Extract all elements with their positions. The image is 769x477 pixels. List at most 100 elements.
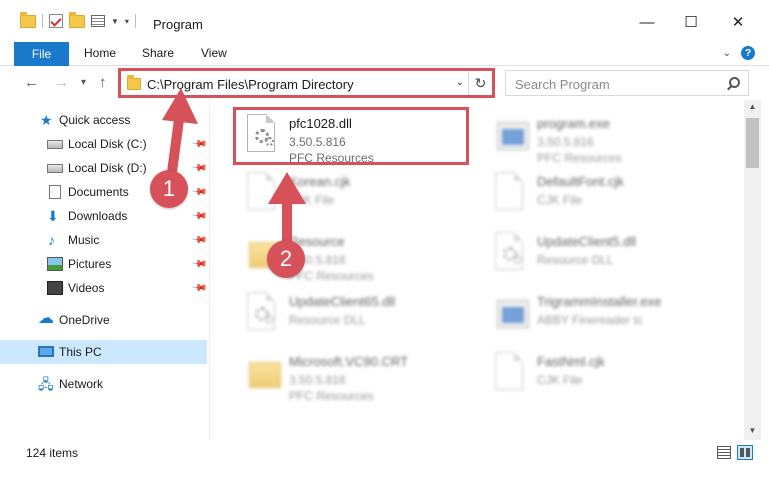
recent-locations-button[interactable]: ▾	[81, 77, 86, 88]
file-name: TrigrammInstaller.exe	[537, 294, 662, 309]
navigation-pane: ★ Quick access Local Disk (C:) 📌 Local D…	[0, 100, 210, 440]
pin-icon[interactable]: 📌	[191, 256, 208, 273]
sidebar-item-quick-access[interactable]: ★ Quick access	[0, 108, 207, 132]
file-name: UpdateClient65.dll	[289, 294, 396, 309]
file-type: CJK File	[537, 193, 583, 207]
file-icon	[245, 172, 277, 212]
sidebar-item-label: Pictures	[68, 257, 112, 271]
pin-icon[interactable]: 📌	[191, 208, 208, 225]
sidebar-item-label: Downloads	[68, 209, 128, 223]
title-bar: ▼ ▾ Program — ☐ ✕	[0, 0, 769, 40]
exe-icon	[493, 292, 529, 332]
customize-toolbar-icon[interactable]: ▾	[125, 17, 129, 26]
properties-check-icon[interactable]	[49, 14, 63, 28]
tiles-view-icon[interactable]	[737, 445, 753, 460]
file-type: CJK File	[289, 193, 335, 207]
sidebar-item-label: Quick access	[59, 113, 131, 127]
chevron-down-icon[interactable]: ▼	[111, 17, 119, 26]
status-bar: 124 items	[0, 440, 769, 465]
pin-icon[interactable]: 📌	[191, 280, 208, 297]
scrollbar-thumb[interactable]	[746, 118, 759, 168]
file-highlight-box	[233, 107, 469, 165]
forward-button[interactable]: →	[54, 74, 69, 91]
file-name: Microsoft.VC90.CRT	[289, 354, 408, 369]
pictures-icon	[47, 257, 63, 271]
vertical-scrollbar[interactable]: ▲ ▼	[744, 100, 761, 440]
window-bottom-edge	[0, 465, 769, 477]
window-title: Program	[153, 17, 203, 32]
expand-ribbon-icon[interactable]: ⌄	[723, 48, 731, 59]
file-item[interactable]: FastNml.cjk CJK File	[485, 346, 725, 402]
step-badge-1: 1	[150, 170, 188, 208]
dll-icon	[245, 292, 277, 332]
pin-icon[interactable]: 📌	[191, 184, 208, 201]
file-name: DefaultFont.cjk	[537, 174, 624, 189]
tab-home[interactable]: Home	[84, 46, 116, 60]
file-item[interactable]: UpdateClient5.dll Resource DLL	[485, 226, 725, 282]
search-input[interactable]: Search Program	[515, 77, 610, 92]
file-item[interactable]: program.exe 3.50.5.816 PFC Resources	[485, 108, 725, 165]
quick-access-toolbar: ▼ ▾	[20, 11, 136, 28]
file-icon	[493, 172, 525, 212]
file-name: program.exe	[537, 116, 610, 131]
toolbar-divider	[134, 14, 136, 28]
file-item[interactable]: TrigrammInstaller.exe ABBY Finereader tc	[485, 286, 725, 342]
details-view-icon[interactable]	[717, 446, 731, 459]
sidebar-item-label: Local Disk (D:)	[68, 161, 147, 175]
minimize-button[interactable]: —	[632, 10, 662, 34]
file-item[interactable]: Korean.cjk CJK File	[237, 166, 477, 222]
file-name: Korean.cjk	[289, 174, 351, 189]
scroll-down-icon[interactable]: ▼	[744, 426, 761, 438]
pin-icon[interactable]: 📌	[191, 232, 208, 249]
sidebar-item-music[interactable]: ♪ Music 📌	[0, 228, 208, 252]
view-properties-icon[interactable]	[91, 15, 105, 27]
up-button[interactable]: ↑	[99, 74, 107, 91]
file-item[interactable]: Microsoft.VC90.CRT 3.50.5.816 PFC Resour…	[237, 346, 477, 403]
file-version: 3.50.5.816	[537, 135, 594, 149]
file-item[interactable]: UpdateClient65.dll Resource DLL	[237, 286, 477, 342]
scroll-up-icon[interactable]: ▲	[744, 102, 761, 114]
tab-view[interactable]: View	[201, 46, 227, 60]
ribbon-tabs: File Home Share View ⌄ ?	[0, 40, 769, 66]
exe-icon	[493, 114, 529, 154]
star-icon: ★	[40, 112, 53, 128]
sidebar-item-label: Music	[68, 233, 100, 247]
disk-icon	[47, 164, 63, 173]
cloud-icon: ☁	[38, 310, 54, 327]
pin-icon[interactable]: 📌	[191, 160, 208, 177]
file-name: UpdateClient5.dll	[537, 234, 637, 249]
tab-file[interactable]: File	[14, 42, 69, 66]
sidebar-item-onedrive[interactable]: ☁ OneDrive	[0, 308, 207, 332]
sidebar-item-videos[interactable]: Videos 📌	[0, 276, 208, 300]
file-icon	[493, 352, 525, 392]
file-type: Resource DLL	[289, 313, 366, 327]
sidebar-item-downloads[interactable]: ⬇ Downloads 📌	[0, 204, 208, 228]
sidebar-item-label: This PC	[59, 345, 102, 359]
sidebar-item-pictures[interactable]: Pictures 📌	[0, 252, 208, 276]
sidebar-item-this-pc[interactable]: This PC	[0, 340, 207, 364]
file-description: PFC Resources	[537, 151, 622, 165]
computer-icon	[38, 346, 54, 357]
sidebar-item-label: Documents	[68, 185, 129, 199]
file-item[interactable]: DefaultFont.cjk CJK File	[485, 166, 725, 222]
toolbar-divider	[42, 14, 43, 28]
help-icon[interactable]: ?	[741, 46, 755, 60]
maximize-button[interactable]: ☐	[676, 10, 706, 34]
videos-icon	[47, 281, 63, 295]
item-count: 124 items	[26, 446, 79, 460]
folder-icon	[20, 11, 36, 28]
pin-icon[interactable]: 📌	[191, 136, 208, 153]
search-icon	[729, 77, 740, 88]
ribbon-controls: ⌄ ?	[723, 46, 755, 60]
tab-share[interactable]: Share	[142, 46, 174, 60]
file-name: FastNml.cjk	[537, 354, 605, 369]
documents-icon	[49, 185, 61, 199]
sidebar-item-network[interactable]: 🖧 Network	[0, 372, 207, 396]
back-button[interactable]: ←	[24, 74, 39, 91]
search-box[interactable]: Search Program	[505, 70, 749, 96]
disk-icon	[47, 140, 63, 149]
sidebar-item-label: OneDrive	[59, 313, 110, 327]
new-folder-icon[interactable]	[69, 11, 85, 28]
close-button[interactable]: ✕	[723, 10, 753, 34]
sidebar-item-local-disk-c[interactable]: Local Disk (C:) 📌	[0, 132, 208, 156]
